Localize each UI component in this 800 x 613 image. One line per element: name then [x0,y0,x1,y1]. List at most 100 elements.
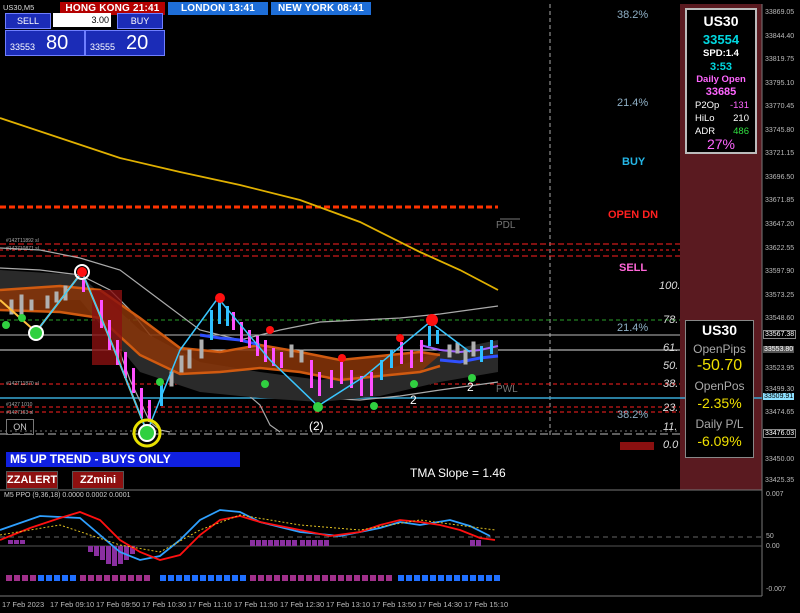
price-axis-label: 33523.95 [765,365,795,372]
time-axis-label: 17 Feb 14:30 [418,600,463,609]
pwl-label: PWL [496,384,518,395]
time-axis-label: 17 Feb 11:10 [188,600,232,609]
indicator-level-label: 50 [766,533,774,540]
indicator-axis-label: 0.00 [766,543,780,550]
pos-daily-pl: -6.09% [697,433,742,449]
clock-new-york-label: NEW YORK 08:41 [278,3,364,14]
open-position-panel: US30 OpenPips -50.70 OpenPos -2.35% Dail… [685,320,754,458]
trend-bars [6,575,500,581]
fib-label: 78. [663,314,679,326]
clock-london-label: LONDON 13:41 [180,3,256,14]
fib-label: 11. [663,421,678,433]
buy-button[interactable]: BUY [117,13,163,29]
time-axis-label: 17 Feb 12:30 [280,600,325,609]
price-tag: 33567.38 [763,330,797,339]
chart-window: US30,M5 HONG KONG 21:41 LONDON 13:41 NEW… [0,0,800,613]
yellow-ma [0,117,499,291]
clock-london: LONDON 13:41 [168,2,268,15]
open-dn-label: OPEN DN [608,209,659,221]
price-axis-label: 33548.60 [765,315,795,322]
order-label: #142T11870 sl [6,381,39,387]
sell-price-big: 80 [46,32,69,54]
price-tag: 33553.80 [763,346,795,353]
lot-size-input[interactable]: 3.00 [53,13,111,27]
price-axis-label: 33770.45 [765,103,795,110]
price-axis-label: 33696.50 [765,174,795,181]
price-axis-label: 33671.85 [765,197,795,204]
sell-button[interactable]: SELL [5,13,51,29]
indicator-axis-label: -0.007 [766,586,786,593]
one-click-trading-panel: SELL 3.00 BUY 33553 80 33555 20 [3,12,165,56]
pdl-label: PDL [496,220,516,231]
time-axis-label: 17 Feb 09:10 [50,600,95,609]
fib-label: 38. [663,378,679,390]
info-daily-open-label: Daily Open [696,74,746,85]
order-label: #1427163 sl [6,410,34,416]
time-axis-label: 17 Feb 11:50 [234,600,278,609]
info-price: 33554 [702,32,740,47]
info-symbol: US30 [703,13,739,29]
window-title: US30,M5 [3,3,35,12]
symbol-info-panel: US30 33554 SPD:1.4 3:53 Daily Open 33685… [685,8,757,154]
fib-label: 0.0 [663,439,679,451]
order-label: #142710871 sl [6,246,39,252]
time-axis-label: 17 Feb 2023 [2,600,45,609]
trend-banner: M5 UP TREND - BUYS ONLY [6,452,240,467]
price-axis-label: 33745.80 [765,127,795,134]
wave-label: 2 [467,380,474,394]
fib-label: 100. [659,280,681,292]
sell-level-label: SELL [619,262,648,274]
price-axis-label: 33425.35 [765,477,795,484]
indicator-axis-label: 0.007 [766,491,784,498]
order-label: #1427 1010 [6,402,33,408]
price-axis-label: 33819.75 [765,56,795,63]
time-axis-label: 17 Feb 13:10 [326,600,371,609]
price-axis-label: 33869.05 [765,9,795,16]
fib-label: 38.2% [617,409,649,421]
price-tag: 33476.03 [763,429,797,438]
pos-open-pips: -50.70 [696,357,743,374]
on-toggle-button[interactable]: ON [6,419,34,435]
sell-price-small: 33553 [10,42,36,52]
info-p2op-label: P2Op [695,100,720,111]
info-timer: 3:53 [709,61,733,73]
sell-price-box[interactable]: 33553 80 [5,30,85,56]
pos-daily-pl-label: Daily P/L [695,417,744,431]
info-daily-open: 33685 [705,86,737,98]
pos-open-pos-label: OpenPos [694,379,745,393]
price-axis-label: 33622.55 [765,245,795,252]
info-percent: 27% [706,136,736,152]
ppo-histogram [8,540,481,566]
fib-label: 38.2% [617,9,649,21]
price-axis-label: 33450.00 [765,456,795,463]
fib-label: 21.4% [617,97,649,109]
time-axis-label: 17 Feb 15:10 [464,600,509,609]
zzalert-button[interactable]: ZZALERT [6,471,58,489]
price-axis-label: 33844.40 [765,33,795,40]
price-axis-label: 33721.15 [765,150,795,157]
buy-price-big: 20 [126,32,149,54]
fib-label: 23. [663,402,679,414]
time-axis-label: 17 Feb 09:50 [96,600,141,609]
price-chart[interactable] [0,0,800,613]
price-tag: 33509.91 [763,393,795,400]
buy-level-label: BUY [622,156,646,168]
tma-slope-label: TMA Slope = 1.46 [410,466,506,480]
info-hilo-label: HiLo [695,113,715,124]
zzmini-button[interactable]: ZZmini [72,471,124,489]
buy-price-small: 33555 [90,42,116,52]
price-axis-label: 33795.10 [765,80,795,87]
price-axis-label: 33474.65 [765,409,795,416]
buy-price-box[interactable]: 33555 20 [85,30,165,56]
order-label: #142T11892 sl [6,238,39,244]
info-hilo: 210 [733,113,749,124]
fib-label: 21.4% [617,322,649,334]
info-p2op: -131 [729,100,749,111]
time-axis-label: 17 Feb 10:30 [142,600,187,609]
info-spread: SPD:1.4 [703,48,739,59]
price-axis-label: 33573.25 [765,292,795,299]
indicator-title: M5 PPO (9,36,18) 0.0000 0.0002 0.0001 [4,492,131,499]
price-axis-label: 33597.90 [765,268,795,275]
time-axis-label: 17 Feb 13:50 [372,600,417,609]
fib-label: 61. [663,342,679,354]
